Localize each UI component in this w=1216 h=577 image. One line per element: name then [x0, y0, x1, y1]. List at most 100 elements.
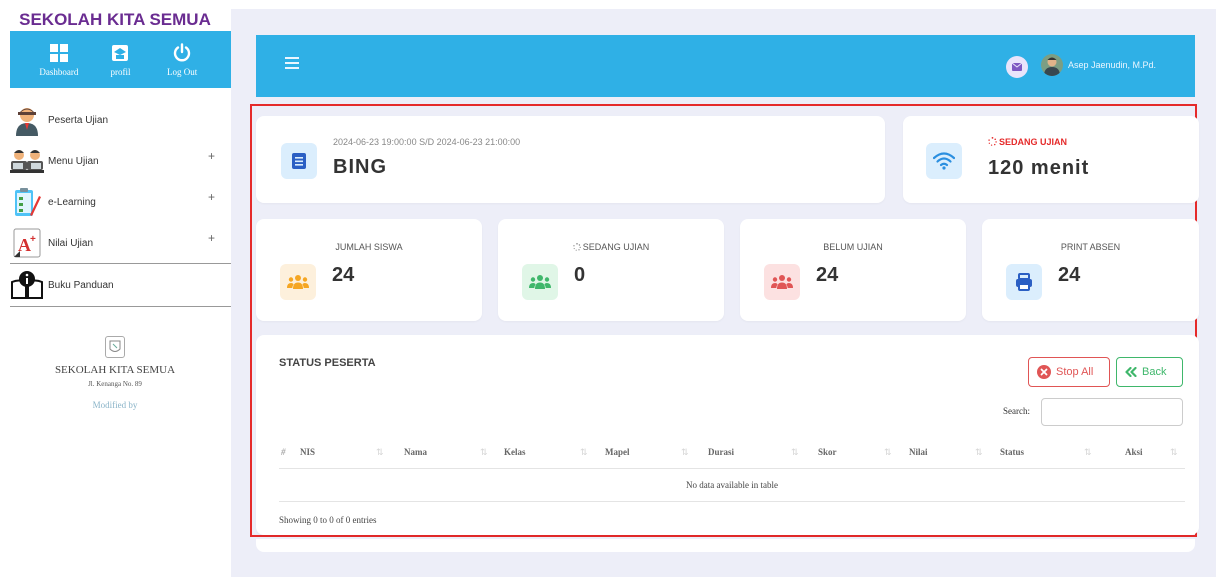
- spinner-icon: [988, 137, 997, 146]
- stop-all-label: Stop All: [1056, 366, 1094, 378]
- school-title: SEKOLAH KITA SEMUA: [19, 10, 211, 29]
- user-avatar[interactable]: [1041, 54, 1063, 76]
- exam-monitor-panel: 2024-06-23 19:00:00 S/D 2024-06-23 21:00…: [250, 104, 1199, 537]
- hamburger-menu-icon[interactable]: [285, 57, 299, 69]
- profil-button[interactable]: profil: [94, 43, 146, 77]
- sort-icon[interactable]: ⇅: [791, 447, 799, 458]
- table-title: STATUS PESERTA: [279, 357, 376, 369]
- exam-duration-card: SEDANG UJIAN 120 menit: [903, 116, 1199, 203]
- power-icon: [173, 42, 191, 61]
- table-info: Showing 0 to 0 of 0 entries: [279, 515, 377, 525]
- group-icon: [10, 145, 44, 179]
- card-footer: [256, 539, 1195, 552]
- expand-toggle[interactable]: +: [208, 149, 215, 163]
- sidebar-item-nilai-ujian[interactable]: A + Nilai Ujian +: [10, 223, 231, 264]
- graduation-cap-icon: [112, 44, 129, 61]
- back-button[interactable]: Back: [1116, 357, 1183, 387]
- mail-icon[interactable]: [1006, 56, 1028, 78]
- stop-all-button[interactable]: Stop All: [1028, 357, 1110, 387]
- printer-icon[interactable]: [1006, 264, 1042, 300]
- main-content: Asep Jaenudin, M.Pd. 2024-06-23 19:00:00…: [231, 9, 1216, 577]
- logout-label: Log Out: [167, 66, 198, 77]
- sort-icon[interactable]: ⇅: [480, 447, 488, 458]
- sidebar-item-peserta-ujian[interactable]: Peserta Ujian: [10, 100, 231, 141]
- sort-icon[interactable]: ⇅: [884, 447, 892, 458]
- exam-time-range: 2024-06-23 19:00:00 S/D 2024-06-23 21:00…: [333, 137, 521, 147]
- column-header-nilai[interactable]: Nilai: [909, 447, 928, 457]
- dashboard-label: Dashboard: [39, 66, 79, 77]
- back-label: Back: [1142, 366, 1167, 378]
- spinner-icon: [573, 243, 581, 251]
- users-icon: [280, 264, 316, 300]
- clipboard-icon: [10, 186, 44, 220]
- sidebar-item-label: e-Learning: [48, 197, 96, 208]
- stat-label: PRINT ABSEN: [1060, 242, 1121, 252]
- expand-toggle[interactable]: +: [208, 231, 215, 245]
- column-header-status[interactable]: Status: [1000, 447, 1024, 457]
- top-header: Asep Jaenudin, M.Pd.: [256, 35, 1195, 97]
- exam-subject: BING: [333, 156, 387, 178]
- search-input[interactable]: [1041, 398, 1183, 426]
- table-empty-row: No data available in table: [279, 470, 1185, 502]
- status-peserta-card: STATUS PESERTA Stop All Back Search: # N…: [256, 335, 1199, 535]
- column-header-mapel[interactable]: Mapel: [605, 447, 630, 457]
- sidebar-menu: Peserta Ujian Menu Ujian + e-Learning + …: [10, 100, 231, 307]
- book-icon: [10, 268, 44, 302]
- svg-text:+: +: [30, 234, 36, 245]
- stat-value: 24: [816, 264, 839, 286]
- sidebar-item-e-learning[interactable]: e-Learning +: [10, 182, 231, 223]
- document-icon: [281, 143, 317, 179]
- column-header-aksi[interactable]: Aksi: [1125, 447, 1143, 457]
- stat-card-jumlah-siswa: JUMLAH SISWA 24: [256, 219, 482, 321]
- stat-value: 0: [574, 264, 586, 286]
- expand-toggle[interactable]: +: [208, 190, 215, 204]
- sort-icon[interactable]: ⇅: [580, 447, 588, 458]
- column-header-nis[interactable]: NIS: [300, 447, 315, 457]
- school-address: Jl. Kenanga No. 89: [88, 380, 142, 388]
- stat-card-sedang-ujian: SEDANG UJIAN 0: [498, 219, 724, 321]
- exam-status: SEDANG UJIAN: [988, 137, 1067, 147]
- sort-icon[interactable]: ⇅: [975, 447, 983, 458]
- stop-circle-icon: [1037, 365, 1051, 379]
- sidebar-topnav: Dashboard profil Log Out: [10, 31, 231, 88]
- sidebar: SEKOLAH KITA SEMUA Dashboard profil Log …: [0, 0, 231, 577]
- school-info: SEKOLAH KITA SEMUA Jl. Kenanga No. 89 Mo…: [0, 336, 230, 410]
- student-icon: [10, 104, 44, 138]
- exam-info-card: 2024-06-23 19:00:00 S/D 2024-06-23 21:00…: [256, 116, 885, 203]
- column-header-number[interactable]: #: [281, 447, 286, 457]
- profil-label: profil: [110, 66, 131, 77]
- grade-icon: A +: [10, 226, 44, 260]
- table-header: # NIS ⇅ Nama ⇅ Kelas ⇅ Mapel ⇅ Durasi ⇅ …: [279, 443, 1185, 469]
- sort-icon[interactable]: ⇅: [681, 447, 689, 458]
- school-name: SEKOLAH KITA SEMUA: [54, 364, 176, 376]
- double-chevron-left-icon: [1125, 367, 1137, 377]
- stat-label: JUMLAH SISWA: [335, 242, 403, 252]
- exam-duration: 120 menit: [988, 157, 1090, 179]
- school-logo: [105, 336, 125, 358]
- grid-icon: [49, 43, 68, 62]
- search-label: Search:: [1003, 406, 1030, 416]
- stat-value: 24: [1058, 264, 1081, 286]
- sort-icon[interactable]: ⇅: [376, 447, 384, 458]
- sidebar-item-menu-ujian[interactable]: Menu Ujian +: [10, 141, 231, 182]
- column-header-kelas[interactable]: Kelas: [504, 447, 526, 457]
- sort-icon[interactable]: ⇅: [1084, 447, 1092, 458]
- users-icon: [522, 264, 558, 300]
- stat-label: SEDANG UJIAN: [498, 242, 724, 252]
- column-header-durasi[interactable]: Durasi: [708, 447, 734, 457]
- dashboard-button[interactable]: Dashboard: [33, 43, 85, 77]
- logout-button[interactable]: Log Out: [156, 42, 208, 77]
- user-name[interactable]: Asep Jaenudin, M.Pd.: [1068, 60, 1156, 70]
- stat-card-belum-ujian: BELUM UJIAN 24: [740, 219, 966, 321]
- column-header-nama[interactable]: Nama: [404, 447, 427, 457]
- sort-icon[interactable]: ⇅: [1170, 447, 1178, 458]
- sidebar-item-label: Peserta Ujian: [48, 115, 109, 126]
- sidebar-item-label: Buku Panduan: [48, 279, 114, 291]
- exam-status-text: SEDANG UJIAN: [999, 137, 1068, 147]
- sidebar-item-buku-panduan[interactable]: Buku Panduan: [10, 264, 231, 307]
- column-header-skor[interactable]: Skor: [818, 447, 837, 457]
- stat-card-print-absen[interactable]: PRINT ABSEN 24: [982, 219, 1199, 321]
- sidebar-item-label: Nilai Ujian: [48, 237, 94, 249]
- wifi-icon: [926, 143, 962, 179]
- users-icon: [764, 264, 800, 300]
